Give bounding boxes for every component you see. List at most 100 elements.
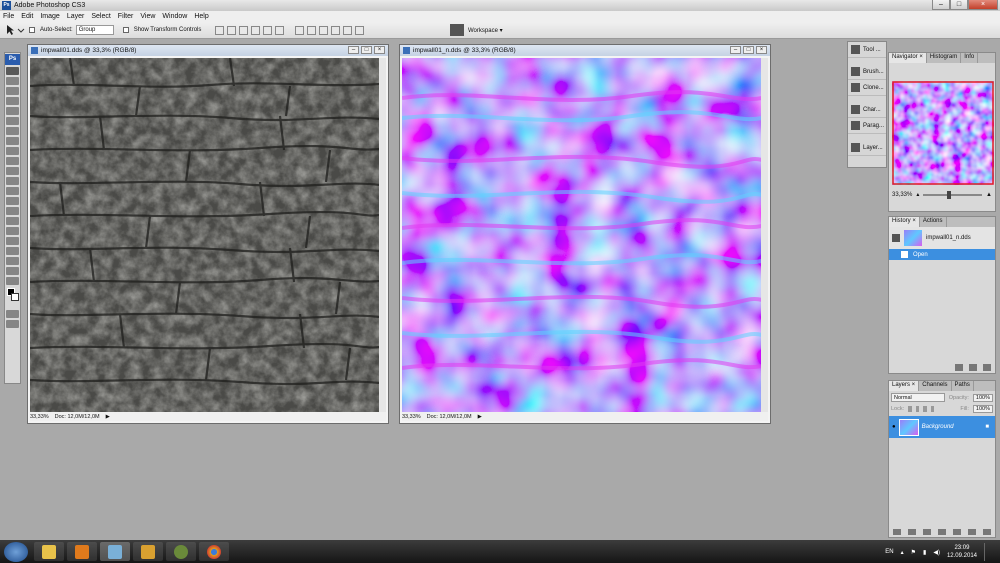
lock-transparent-icon[interactable] <box>908 406 912 412</box>
align-top-icon[interactable] <box>215 25 225 35</box>
distribute-vcenter-icon[interactable] <box>307 25 317 35</box>
show-desktop-button[interactable] <box>984 543 992 561</box>
distribute-right-icon[interactable] <box>355 25 365 35</box>
doc-maximize-button[interactable]: □ <box>361 46 372 54</box>
new-document-icon[interactable] <box>955 364 963 371</box>
blur-tool[interactable] <box>6 187 19 195</box>
magic-wand-tool[interactable] <box>6 97 19 105</box>
auto-select-checkbox[interactable] <box>29 27 35 33</box>
menu-image[interactable]: Image <box>40 13 59 20</box>
dodge-tool[interactable] <box>6 197 19 205</box>
new-snapshot-icon[interactable] <box>969 364 977 371</box>
panel-paragraph[interactable]: Parag... <box>848 118 886 134</box>
doc-minimize-button[interactable]: – <box>730 46 741 54</box>
menu-file[interactable]: File <box>3 13 14 20</box>
navigator-zoom-value[interactable]: 33,33% <box>892 192 912 198</box>
document-window-normal[interactable]: impwall01_n.dds @ 33,3% (RGB/8) – □ × 33… <box>399 44 771 424</box>
history-step-open[interactable]: Open <box>889 249 995 260</box>
doc-maximize-button[interactable]: □ <box>743 46 754 54</box>
document-titlebar[interactable]: impwall01_n.dds @ 33,3% (RGB/8) – □ × <box>400 45 770 56</box>
shape-tool[interactable] <box>6 237 19 245</box>
delete-layer-icon[interactable] <box>983 529 991 535</box>
menu-select[interactable]: Select <box>91 13 110 20</box>
status-arrow-icon[interactable]: ▶ <box>106 414 110 420</box>
marquee-tool[interactable] <box>6 77 19 85</box>
tab-histogram[interactable]: Histogram <box>927 53 962 63</box>
network-icon[interactable]: ▮ <box>923 549 926 556</box>
align-bottom-icon[interactable] <box>239 25 249 35</box>
notes-tool[interactable] <box>6 247 19 255</box>
zoom-level[interactable]: 33,33% <box>30 414 49 420</box>
align-left-icon[interactable] <box>251 25 261 35</box>
document-titlebar[interactable]: impwall01.dds @ 33,3% (RGB/8) – □ × <box>28 45 388 56</box>
layer-row-background[interactable]: ● Background ■ <box>889 416 995 438</box>
distribute-hcenter-icon[interactable] <box>343 25 353 35</box>
taskbar-media-player[interactable] <box>67 542 97 561</box>
fill-input[interactable]: 100% <box>972 405 993 413</box>
zoom-slider[interactable] <box>923 190 983 199</box>
status-arrow-icon[interactable]: ▶ <box>478 414 482 420</box>
clone-stamp-tool[interactable] <box>6 147 19 155</box>
healing-brush-tool[interactable] <box>6 127 19 135</box>
workspace-menu[interactable]: Workspace ▾ <box>450 24 503 36</box>
zoom-in-icon[interactable]: ▲ <box>986 192 992 198</box>
tab-info[interactable]: Info <box>961 53 979 63</box>
tab-history[interactable]: History × <box>889 217 920 227</box>
auto-select-dropdown[interactable]: Group <box>75 25 114 35</box>
volume-icon[interactable]: ◀) <box>933 549 940 556</box>
background-color-swatch[interactable] <box>11 293 19 301</box>
distribute-bottom-icon[interactable] <box>319 25 329 35</box>
taskbar-explorer[interactable] <box>34 542 64 561</box>
clock[interactable]: 23:09 12.09.2014 <box>947 544 977 560</box>
tab-channels[interactable]: Channels <box>919 381 952 391</box>
doc-close-button[interactable]: × <box>374 46 385 54</box>
layer-mask-icon[interactable] <box>923 529 931 535</box>
new-group-icon[interactable] <box>953 529 961 535</box>
blend-mode-dropdown[interactable]: Normal <box>891 393 945 402</box>
show-transform-checkbox[interactable] <box>122 27 129 33</box>
zoom-level[interactable]: 33,33% <box>402 414 421 420</box>
align-vcenter-icon[interactable] <box>227 25 237 35</box>
tab-navigator[interactable]: Navigator × <box>889 53 927 63</box>
delete-icon[interactable] <box>983 364 991 371</box>
type-tool[interactable] <box>6 217 19 225</box>
menu-filter[interactable]: Filter <box>118 13 134 20</box>
screen-mode-icon[interactable] <box>6 320 19 328</box>
maximize-button[interactable]: □ <box>950 0 968 10</box>
distribute-top-icon[interactable] <box>295 25 305 35</box>
panel-layer-comps[interactable]: Layer... <box>848 140 886 156</box>
lock-all-icon[interactable] <box>930 406 935 412</box>
taskbar-chrome[interactable] <box>199 542 229 561</box>
tray-arrow-icon[interactable]: ▴ <box>901 549 904 556</box>
stone-wall-canvas[interactable] <box>30 58 380 412</box>
panel-brushes[interactable]: Brush... <box>848 64 886 80</box>
lasso-tool[interactable] <box>6 87 19 95</box>
tab-layers[interactable]: Layers × <box>889 381 920 391</box>
distribute-left-icon[interactable] <box>331 25 341 35</box>
adjustment-layer-icon[interactable] <box>938 529 946 535</box>
history-snapshot[interactable]: impwall01_n.dds <box>889 227 995 249</box>
menu-layer[interactable]: Layer <box>67 13 85 20</box>
menu-window[interactable]: Window <box>162 13 187 20</box>
align-right-icon[interactable] <box>275 25 285 35</box>
path-selection-tool[interactable] <box>6 227 19 235</box>
new-layer-icon[interactable] <box>968 529 976 535</box>
slice-tool[interactable] <box>6 117 19 125</box>
layer-visibility-eye-icon[interactable]: ● <box>892 424 896 430</box>
gradient-tool[interactable] <box>6 177 19 185</box>
move-tool-icon[interactable] <box>4 24 26 36</box>
tab-paths[interactable]: Paths <box>952 381 974 391</box>
doc-minimize-button[interactable]: – <box>348 46 359 54</box>
minimize-button[interactable]: – <box>932 0 950 10</box>
navigator-thumbnail[interactable] <box>892 81 994 185</box>
zoom-slider-handle[interactable] <box>946 190 951 199</box>
hand-tool[interactable] <box>6 267 19 275</box>
doc-close-button[interactable]: × <box>756 46 767 54</box>
taskbar-tor[interactable] <box>166 542 196 561</box>
language-indicator[interactable]: EN <box>885 549 893 555</box>
start-button[interactable] <box>4 541 28 562</box>
panel-character[interactable]: Char... <box>848 102 886 118</box>
opacity-input[interactable]: 100% <box>972 393 993 402</box>
quick-mask-icon[interactable] <box>6 310 19 318</box>
link-layers-icon[interactable] <box>893 529 901 535</box>
